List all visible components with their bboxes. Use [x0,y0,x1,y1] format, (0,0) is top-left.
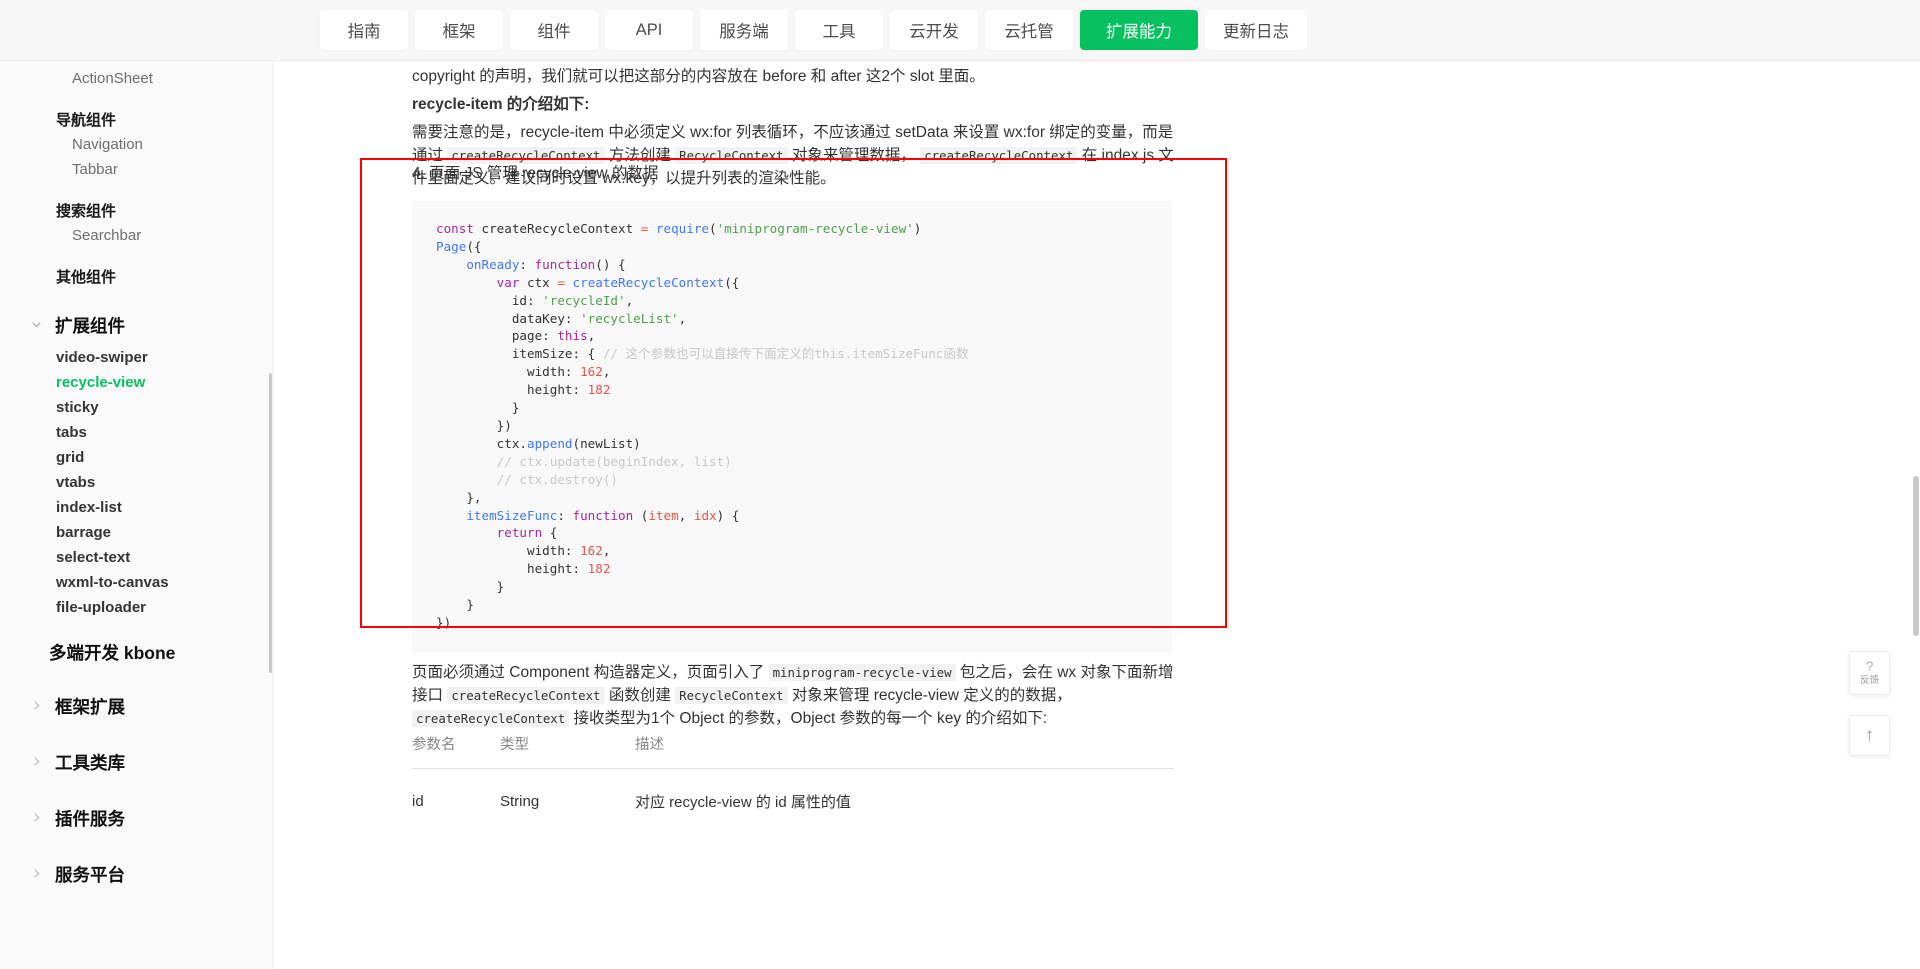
table-row: id String 对应 recycle-view 的 id 属性的值 [412,769,1174,812]
sidebar-item-navigation[interactable]: Navigation [0,132,272,157]
sidebar-section-label: 插件服务 [55,808,125,829]
paragraph-copyright-slot: copyright 的声明，我们就可以把这部分的内容放在 before 和 af… [412,68,985,85]
nav-item-tools[interactable]: 工具 [795,10,883,50]
sidebar-section-utility-libraries[interactable]: 工具类库 [0,742,272,782]
sidebar-section-kbone[interactable]: 多端开发 kbone [0,634,272,670]
nav-item-cloud-dev[interactable]: 云开发 [890,10,978,50]
feedback-button[interactable]: ? 反馈 [1849,651,1890,695]
page-root: 指南 框架 组件 API 服务端 工具 云开发 云托管 扩展能力 更新日志 Ac… [0,0,1920,969]
sidebar[interactable]: ActionSheet 导航组件 Navigation Tabbar 搜索组件 … [0,61,273,969]
cell-type: String [500,793,540,810]
sidebar-section-framework-extension[interactable]: 框架扩展 [0,686,272,726]
table-header-param-name: 参数名 [412,737,456,753]
feedback-label: 反馈 [1859,674,1879,686]
nav-item-guide[interactable]: 指南 [320,10,408,50]
sidebar-item-wxml-to-canvas[interactable]: wxml-to-canvas [0,570,169,595]
nav-item-cloud-hosting[interactable]: 云托管 [985,10,1073,50]
chevron-right-icon [31,700,49,711]
nav-item-extended-capabilities[interactable]: 扩展能力 [1080,10,1198,50]
sidebar-item-video-swiper[interactable]: video-swiper [0,345,148,370]
sidebar-item-tabs[interactable]: tabs [0,420,87,445]
inline-code-createrecyclecontext-3: createRecycleContext [447,687,605,704]
sidebar-item-index-list[interactable]: index-list [0,495,122,520]
sidebar-group-navigation: 导航组件 [56,111,117,129]
sidebar-item-file-uploader[interactable]: file-uploader [0,595,146,620]
main-content: copyright 的声明，我们就可以把这部分的内容放在 before 和 af… [273,61,1920,969]
cell-description: 对应 recycle-view 的 id 属性的值 [635,794,851,811]
top-navigation-bar: 指南 框架 组件 API 服务端 工具 云开发 云托管 扩展能力 更新日志 [0,0,1920,61]
code-block-page-js[interactable]: const createRecycleContext = require('mi… [412,201,1172,652]
inline-code-recyclecontext-2: RecycleContext [675,687,788,704]
para4-text-d: 对象来管理 recycle-view 定义的的数据， [787,687,1072,704]
sidebar-section-label: 服务平台 [55,864,125,885]
paragraph-component-constructor: 页面必须通过 Component 构造器定义，页面引入了 miniprogram… [412,661,1177,730]
code-content: const createRecycleContext = require('mi… [436,221,969,630]
sidebar-item-searchbar[interactable]: Searchbar [0,223,272,248]
sidebar-item-vtabs[interactable]: vtabs [0,470,95,495]
page-scrollbar[interactable] [1913,476,1919,636]
chevron-down-icon [31,319,49,330]
nav-item-components[interactable]: 组件 [510,10,598,50]
para4-text-c: 函数创建 [604,687,676,704]
nav-item-server[interactable]: 服务端 [700,10,788,50]
chevron-right-icon [31,812,49,823]
sidebar-group-search: 搜索组件 [56,202,117,220]
inline-code-miniprogram-recycle-view: miniprogram-recycle-view [768,664,956,681]
sidebar-item-recycle-view[interactable]: recycle-view [0,370,145,395]
sidebar-group-other: 其他组件 [56,268,117,286]
sidebar-item-grid[interactable]: grid [0,445,84,470]
table-header-description: 描述 [635,737,664,753]
arrow-up-icon: ↑ [1864,725,1875,746]
top-nav-items: 指南 框架 组件 API 服务端 工具 云开发 云托管 扩展能力 更新日志 [320,10,1307,50]
inline-code-recyclecontext: RecycleContext [675,147,788,164]
scroll-to-top-button[interactable]: ↑ [1849,715,1890,756]
sidebar-section-plugin-services[interactable]: 插件服务 [0,798,272,838]
chevron-right-icon [31,756,49,767]
sidebar-scrollbar[interactable] [269,373,272,673]
para4-text-e: 接收类型为1个 Object 的参数，Object 参数的每一个 key 的介绍… [569,710,1048,727]
paragraph-recycle-item-intro: recycle-item 的介绍如下: [412,93,1177,116]
sidebar-section-service-platform[interactable]: 服务平台 [0,854,272,894]
sidebar-section-extended-components[interactable]: 扩展组件 [0,305,272,345]
nav-item-api[interactable]: API [605,10,693,50]
list-item-page-js-heading: 4. 页面 JS 管理 recycle-view 的数据 [412,165,659,182]
sidebar-section-label: 工具类库 [55,752,125,773]
inline-code-createrecyclecontext-4: createRecycleContext [412,710,570,727]
sidebar-item-select-text[interactable]: select-text [0,545,130,570]
recycle-item-intro-rest: 的介绍如下: [502,96,590,113]
sidebar-section-label: 框架扩展 [55,696,125,717]
params-table: 参数名 类型 描述 id String 对应 recycle-view 的 id… [412,733,1174,812]
para4-text-a: 页面必须通过 Component 构造器定义，页面引入了 [412,664,769,681]
table-header-type: 类型 [500,737,529,753]
chevron-right-icon [31,868,49,879]
sidebar-item-barrage[interactable]: barrage [0,520,111,545]
question-mark-icon: ? [1865,657,1874,674]
nav-item-framework[interactable]: 框架 [415,10,503,50]
inline-code-createrecyclecontext-2: createRecycleContext [920,147,1078,164]
recycle-item-term: recycle-item [412,96,503,113]
sidebar-item-tabbar[interactable]: Tabbar [0,157,272,182]
sidebar-section-label: 扩展组件 [55,315,125,336]
sidebar-item-sticky[interactable]: sticky [0,395,99,420]
notes-text-c: 对象来管理数据， [787,147,921,164]
cell-param-name: id [412,793,424,810]
table-header-row: 参数名 类型 描述 [412,733,1174,768]
sidebar-item-actionsheet[interactable]: ActionSheet [0,66,272,91]
nav-item-changelog[interactable]: 更新日志 [1205,10,1307,50]
